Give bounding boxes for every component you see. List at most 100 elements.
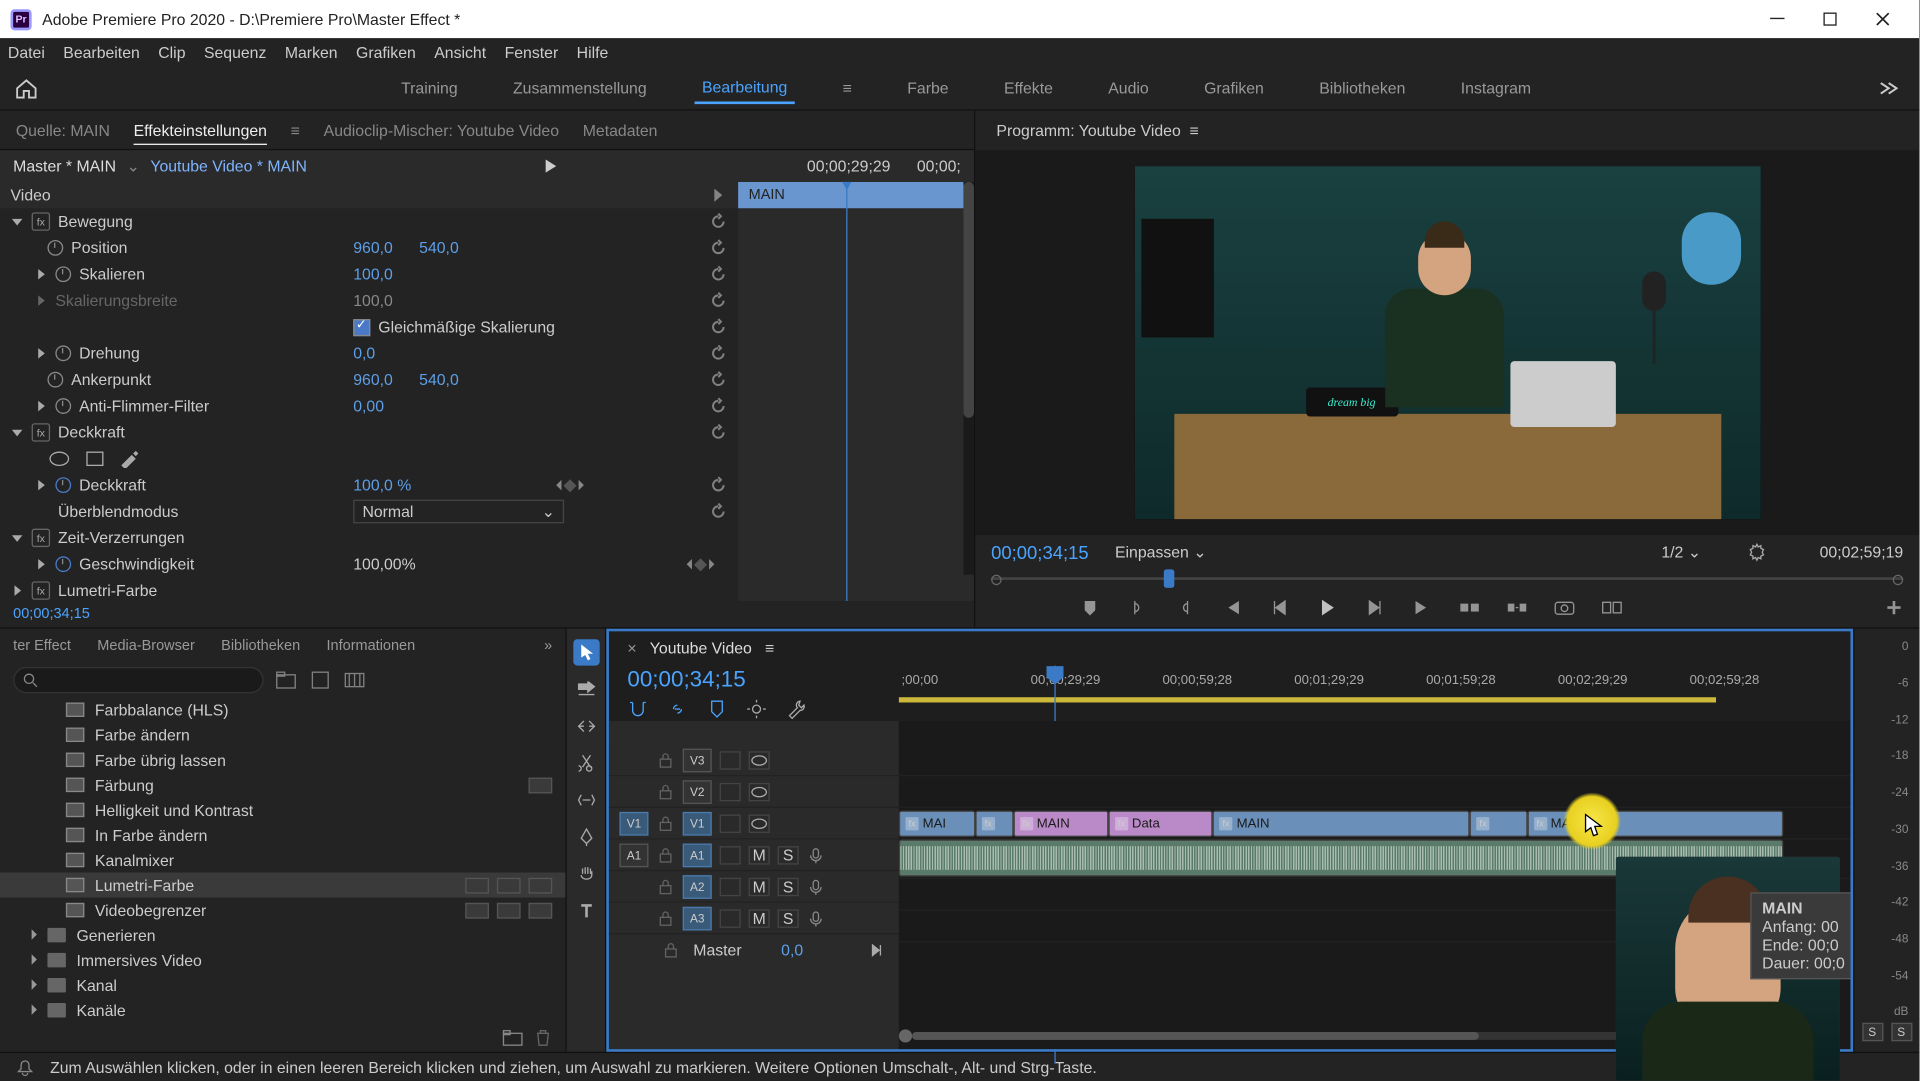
close-button[interactable]	[1856, 1, 1909, 38]
lock-icon[interactable]	[656, 878, 674, 896]
eye-icon[interactable]	[749, 751, 770, 769]
twist-right-icon[interactable]	[34, 347, 47, 360]
speed-value[interactable]: 100,00%	[353, 555, 415, 573]
twist-right-icon[interactable]	[11, 584, 24, 597]
track-v2-area[interactable]	[899, 777, 1851, 809]
timeline-timecode[interactable]: 00;00;34;15	[627, 667, 880, 693]
menu-marken[interactable]: Marken	[285, 44, 338, 62]
go-to-out-icon[interactable]	[1410, 596, 1434, 620]
skalieren-value[interactable]: 100,0	[353, 265, 393, 283]
twist-right-icon[interactable]	[34, 558, 47, 571]
folder-generieren[interactable]: Generieren	[0, 923, 565, 948]
reset-icon[interactable]	[709, 345, 727, 363]
voice-over-icon[interactable]	[807, 878, 825, 896]
preset-faerbung[interactable]: Färbung	[0, 773, 565, 798]
voice-over-icon[interactable]	[807, 846, 825, 864]
fx-badge-icon[interactable]: fx	[32, 424, 50, 442]
stopwatch-icon[interactable]	[55, 267, 71, 283]
add-marker-icon[interactable]	[706, 699, 727, 720]
twist-down-icon[interactable]	[11, 532, 24, 545]
home-icon[interactable]	[0, 78, 53, 99]
reset-icon[interactable]	[709, 397, 727, 415]
track-target-v2[interactable]: V2	[683, 780, 712, 804]
timeline-clip[interactable]: fxMAIN	[1213, 811, 1470, 837]
workspace-audio[interactable]: Audio	[1100, 74, 1156, 103]
razor-tool-icon[interactable]	[573, 750, 599, 776]
mute-button[interactable]: M	[749, 909, 770, 927]
master-value[interactable]: 0,0	[781, 942, 803, 960]
preset-in-farbe[interactable]: In Farbe ändern	[0, 823, 565, 848]
new-bin-icon[interactable]	[502, 1029, 523, 1047]
timeline-ruler[interactable]: ;00;00 00;00;29;29 00;00;59;28 00;01;29;…	[899, 666, 1851, 721]
effect-keyframe-area[interactable]: MAIN	[738, 182, 974, 601]
timeline-clip[interactable]: fxMAI	[899, 811, 975, 837]
ripple-edit-tool-icon[interactable]	[573, 714, 599, 740]
sequence-clip-label[interactable]: Youtube Video * MAIN	[150, 157, 307, 175]
rect-mask-icon[interactable]	[84, 450, 105, 468]
preset-farbe-uebrig[interactable]: Farbe übrig lassen	[0, 748, 565, 773]
track-target-a3[interactable]: A3	[683, 907, 712, 931]
scrub-start-handle[interactable]	[991, 575, 1002, 586]
reset-icon[interactable]	[709, 213, 727, 231]
track-target-a2[interactable]: A2	[683, 875, 712, 899]
panel-menu-icon[interactable]: ≡	[291, 121, 300, 139]
menu-grafiken[interactable]: Grafiken	[356, 44, 416, 62]
tab-media-browser[interactable]: Media-Browser	[97, 638, 194, 654]
reset-icon[interactable]	[709, 424, 727, 442]
ellipse-mask-icon[interactable]	[47, 450, 71, 468]
solo-right-button[interactable]: S	[1891, 1023, 1912, 1041]
fx-badge-icon[interactable]: fx	[32, 529, 50, 547]
effect-scrollbar[interactable]	[963, 182, 974, 575]
track-v3-area[interactable]	[899, 745, 1851, 777]
reset-icon[interactable]	[709, 265, 727, 283]
add-marker-icon[interactable]	[1078, 596, 1102, 620]
effect-panel-timecode[interactable]: 00;00;34;15	[0, 602, 974, 628]
bell-icon[interactable]	[16, 1058, 34, 1076]
panel-menu-icon[interactable]: ≡	[1190, 122, 1199, 140]
new-bin-icon[interactable]	[274, 669, 298, 693]
reset-icon[interactable]	[709, 318, 727, 336]
lift-icon[interactable]	[1458, 596, 1482, 620]
workspace-effekte[interactable]: Effekte	[996, 74, 1061, 103]
timeline-clip[interactable]: fx	[1470, 811, 1527, 837]
selection-tool-icon[interactable]	[573, 640, 599, 666]
slip-tool-icon[interactable]	[573, 787, 599, 813]
menu-bearbeiten[interactable]: Bearbeiten	[63, 44, 140, 62]
pen-mask-icon[interactable]	[119, 450, 140, 468]
extract-icon[interactable]	[1505, 596, 1529, 620]
export-frame-icon[interactable]	[1553, 596, 1577, 620]
fx-badge-icon[interactable]: fx	[32, 582, 50, 600]
scrub-end-handle[interactable]	[1893, 575, 1904, 586]
linked-selection-icon[interactable]	[667, 699, 688, 720]
add-button-icon[interactable]	[1882, 596, 1906, 620]
menu-hilfe[interactable]: Hilfe	[577, 44, 609, 62]
stopwatch-icon[interactable]	[47, 240, 63, 256]
blend-mode-dropdown[interactable]: Normal ⌄	[353, 500, 564, 524]
source-patch-a1[interactable]: A1	[619, 843, 648, 867]
effect-playhead[interactable]	[846, 182, 847, 601]
add-keyframe-icon[interactable]	[563, 479, 576, 492]
menu-fenster[interactable]: Fenster	[505, 44, 559, 62]
twist-right-icon[interactable]	[34, 479, 47, 492]
timeline-close-icon[interactable]: ×	[627, 640, 636, 658]
stopwatch-icon[interactable]	[55, 399, 71, 415]
lock-icon[interactable]	[656, 846, 674, 864]
workspace-hamburger-icon[interactable]: ≡	[835, 74, 860, 103]
zoom-handle-left[interactable]	[899, 1030, 912, 1043]
snap-icon[interactable]	[627, 699, 648, 720]
position-x-value[interactable]: 960,0	[353, 239, 393, 257]
master-clip-label[interactable]: Master * MAIN	[13, 157, 116, 175]
reset-icon[interactable]	[709, 371, 727, 389]
antiflimmer-value[interactable]: 0,00	[353, 397, 384, 415]
new-item-icon[interactable]	[308, 669, 332, 693]
program-viewer[interactable]: dream big	[975, 151, 1919, 536]
workspace-instagram[interactable]: Instagram	[1453, 74, 1539, 103]
maximize-button[interactable]	[1803, 1, 1856, 38]
eye-icon[interactable]	[749, 783, 770, 801]
twist-right-icon[interactable]	[34, 294, 47, 307]
workspace-grafiken[interactable]: Grafiken	[1196, 74, 1272, 103]
preset-farbbalance[interactable]: Farbbalance (HLS)	[0, 698, 565, 723]
type-tool-icon[interactable]	[573, 898, 599, 924]
lock-icon[interactable]	[662, 942, 680, 960]
program-scrub-bar[interactable]	[991, 570, 1903, 588]
